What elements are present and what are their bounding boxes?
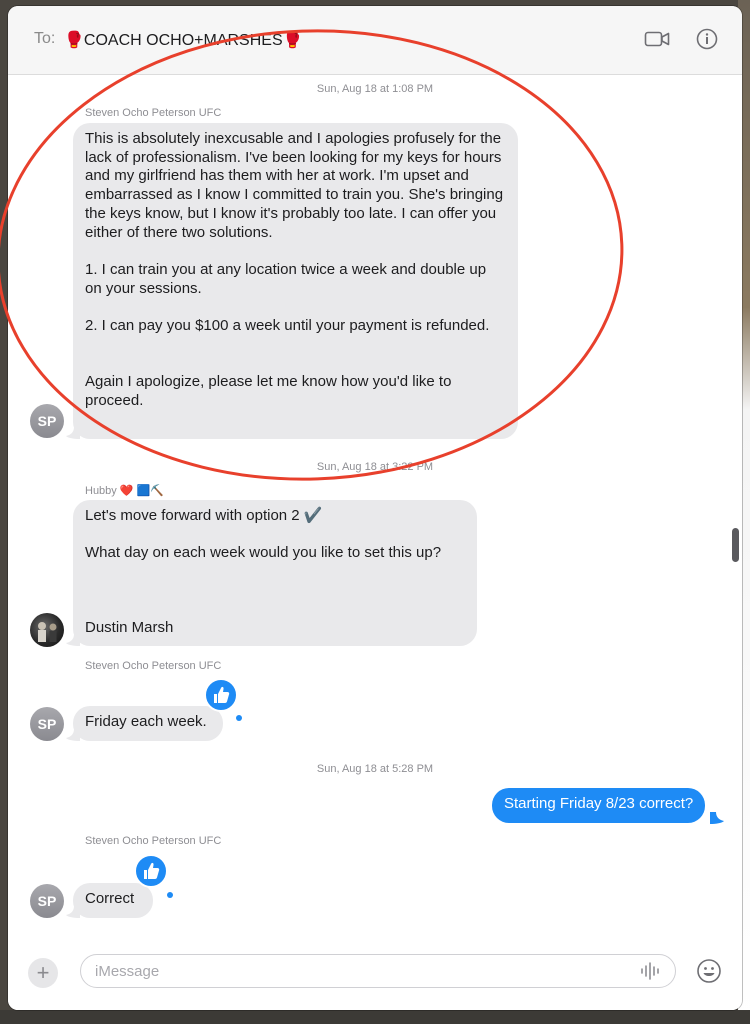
plus-icon[interactable]: +	[28, 958, 58, 988]
sender-name: Steven Ocho Peterson UFC	[85, 660, 222, 672]
tapback-dot	[236, 715, 242, 721]
timestamp-time: 1:08 PM	[392, 83, 434, 95]
message-bubble-outgoing[interactable]: Starting Friday 8/23 correct?	[492, 788, 706, 823]
sender-name: Hubby ❤️ 🟦⛏️	[85, 485, 164, 497]
message-bubble-incoming[interactable]: Friday each week.	[73, 706, 223, 741]
tapback-dot	[167, 892, 173, 898]
messages-window: To: 🥊COACH OCHO+MARSHES🥊 Sun, Aug 18 at …	[8, 6, 742, 1010]
message-bubble-incoming[interactable]: This is absolutely inexcusable and I apo…	[73, 123, 518, 439]
avatar-image	[38, 622, 57, 642]
bubble-tail	[66, 634, 80, 646]
tapback-reaction[interactable]	[204, 678, 238, 712]
avatar[interactable]: SP	[30, 404, 64, 438]
emoji-icon[interactable]	[696, 958, 722, 984]
to-label: To:	[34, 30, 56, 47]
timestamp-day: Sun, Aug 18 at	[316, 763, 390, 775]
video-icon[interactable]	[644, 28, 670, 50]
desktop-background-bottom	[0, 1010, 750, 1024]
audio-waveform-icon[interactable]	[640, 962, 662, 980]
timestamp: Sun, Aug 18 at 3:22 PM	[8, 461, 742, 473]
message-input[interactable]: iMessage	[80, 954, 676, 988]
tapback-reaction[interactable]	[134, 854, 168, 888]
scrollbar-thumb[interactable]	[732, 528, 739, 562]
message-bubble-incoming[interactable]: Correct	[73, 883, 153, 918]
bubble-tail-outgoing	[710, 812, 724, 824]
thumbs-up-icon	[214, 686, 230, 703]
avatar[interactable]: SP	[30, 707, 64, 741]
message-bubble-incoming[interactable]: Let's move forward with option 2 ✔️ What…	[73, 500, 477, 646]
bubble-tail	[66, 906, 80, 918]
sender-name: Steven Ocho Peterson UFC	[85, 835, 222, 847]
timestamp-day: Sun, Aug 18 at	[316, 461, 390, 473]
conversation-header: To: 🥊COACH OCHO+MARSHES🥊	[8, 6, 742, 75]
info-icon[interactable]	[696, 28, 722, 50]
bubble-tail	[66, 729, 80, 741]
timestamp-time: 5:28 PM	[392, 763, 434, 775]
timestamp-day: Sun, Aug 18 at	[316, 83, 390, 95]
avatar[interactable]: SP	[30, 884, 64, 918]
thumbs-up-icon	[144, 862, 160, 879]
bubble-tail	[66, 427, 80, 439]
sender-name: Steven Ocho Peterson UFC	[85, 107, 222, 119]
avatar-photo[interactable]	[30, 613, 64, 647]
timestamp: Sun, Aug 18 at 1:08 PM	[8, 83, 742, 95]
timestamp: Sun, Aug 18 at 5:28 PM	[8, 763, 742, 775]
recipient-name[interactable]: 🥊COACH OCHO+MARSHES🥊	[64, 30, 303, 50]
timestamp-time: 3:22 PM	[392, 461, 434, 473]
